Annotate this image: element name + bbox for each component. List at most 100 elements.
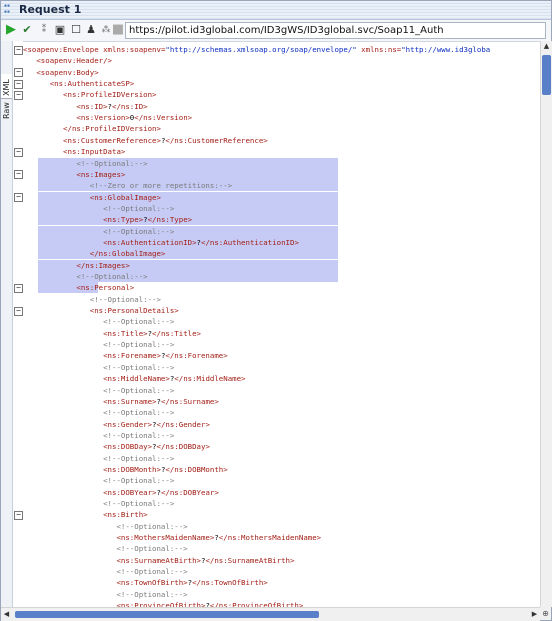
tab-raw[interactable]: Raw (1, 101, 12, 121)
code-line: <!--Zero or more repetitions:--> (23, 180, 232, 191)
horizontal-scrollbar[interactable]: ◀ ▶ (1, 607, 540, 621)
format-icon[interactable]: ⁑ (37, 23, 51, 37)
code-token: </ns:ID> (112, 101, 148, 111)
request-icon: ▪▪ ▪▪ (4, 3, 11, 15)
code-line: <!--Optional:--> (23, 271, 147, 282)
collapse-icon[interactable]: − (14, 45, 23, 55)
code-line: <ns:AuthenticateSP> (23, 78, 135, 89)
collapse-icon[interactable]: − (14, 283, 23, 293)
validate-icon[interactable]: ✔ (20, 23, 34, 37)
code-token: </ns:GlobalImage> (23, 249, 166, 259)
code-token: <ns:Type> (23, 215, 144, 225)
code-token: xmlns:ns= (356, 45, 402, 54)
code-line: <ns:ProfileIDVersion> (23, 89, 156, 100)
code-token: </ns:Title> (152, 328, 201, 338)
code-line: <ns:MiddleName>?</ns:MiddleName> (23, 373, 246, 384)
tab-xml-label: XML (2, 79, 11, 96)
collapse-icon[interactable]: − (14, 510, 23, 520)
code-token: <ns:ID> (23, 101, 108, 111)
code-token: </ns:CustomerReference> (165, 135, 268, 145)
code-line: <!--Optional:--> (23, 430, 174, 441)
collapse-icon[interactable]: − (14, 90, 23, 100)
code-token: </ns:MiddleName> (174, 374, 246, 384)
code-token: "http://www.id3globa (401, 45, 491, 54)
code-token: <!--Optional:--> (23, 453, 175, 463)
code-token: <ns:Surname> (23, 396, 157, 406)
xml-editor[interactable]: <soapenv:Envelope xmlns:soapenv="http://… (23, 41, 540, 607)
code-line: </ns:GlobalImage> (23, 248, 166, 259)
code-line: <!--Optional:--> (23, 453, 174, 464)
code-token: </ns:Gender> (156, 419, 210, 429)
code-token: <ns:Birth> (23, 510, 148, 520)
code-line: <ns:GlobalImage> (23, 192, 161, 203)
code-token: </ns:ProfileIDVersion> (23, 124, 161, 134)
resize-corner-icon[interactable]: ⊕ (540, 607, 551, 620)
code-token: <ns:Images> (23, 169, 126, 179)
endpoint-url-field[interactable]: https://pilot.id3global.com/ID3gWS/ID3gl… (125, 22, 546, 39)
code-token: <ns:DOBDay> (23, 442, 153, 452)
collapse-icon[interactable]: − (14, 68, 23, 78)
code-token: </ns:AuthenticationID> (201, 237, 299, 247)
vertical-scroll-thumb[interactable] (542, 55, 551, 95)
vertical-scrollbar[interactable]: ▲ (540, 41, 552, 607)
code-token: <ns:Title> (23, 328, 148, 338)
window-title: Request 1 (19, 3, 82, 16)
toolbar: ▶ ✔ ⁑ ▣ ☐ ♟ ⁂ ■ https://pilot.id3global.… (1, 20, 551, 42)
title-bar: ▪▪ ▪▪ Request 1 (1, 1, 551, 20)
code-token: <!--Optional:--> (23, 226, 175, 236)
code-token: </ns:Surname> (160, 396, 219, 406)
code-token: <ns:MothersMaidenName> (23, 533, 215, 543)
scroll-left-icon[interactable]: ◀ (1, 608, 12, 621)
code-line: <ns:CustomerReference>?</ns:CustomerRefe… (23, 135, 268, 146)
collapse-icon[interactable]: − (14, 79, 23, 89)
code-line: <ns:Type>?</ns:Type> (23, 214, 192, 225)
collapse-icon[interactable]: − (14, 170, 23, 180)
code-token: "http://schemas.xmlsoap.org/soap/envelop… (165, 45, 357, 54)
code-line: <ns:Images> (23, 169, 125, 180)
code-line: <!--Optional:--> (23, 158, 148, 169)
code-token: <!--Optional:--> (23, 430, 175, 440)
code-token: </ns:MothersMaidenName> (218, 533, 322, 543)
code-token: <ns:Version> (23, 113, 130, 123)
code-line: <!--Optional:--> (23, 339, 174, 350)
code-token: <soapenv:Body> (23, 67, 99, 77)
stop-icon[interactable]: ■ (111, 23, 125, 37)
code-line: <ns:Gender>?</ns:Gender> (23, 419, 210, 430)
code-token: xmlns:soapenv= (103, 45, 166, 54)
code-line: <!--Optional:--> (23, 498, 174, 509)
code-line: <ns:Surname>?</ns:Surname> (23, 396, 219, 407)
code-line: <ns:MothersMaidenName>?</ns:MothersMaide… (23, 532, 321, 543)
run-icon[interactable]: ▶ (4, 23, 18, 37)
frame-icon[interactable]: ☐ (69, 23, 83, 37)
fold-gutter: − − − − − − − − − − (13, 41, 23, 607)
scroll-right-icon[interactable]: ▶ (529, 608, 540, 621)
code-token: <!--Zero or more repetitions:--> (23, 181, 233, 191)
code-line: <ns:SurnameAtBirth>?</ns:SurnameAtBirth> (23, 555, 294, 566)
code-token: <ns:SurnameAtBirth> (23, 555, 201, 565)
horizontal-scroll-thumb[interactable] (15, 611, 319, 618)
collapse-icon[interactable]: − (14, 193, 23, 203)
code-line: <ns:Version>0</ns:Version> (23, 112, 192, 123)
code-token: <ns:CustomerReference> (23, 135, 161, 145)
image-icon[interactable]: ▣ (53, 23, 67, 37)
code-token: </ns:Type> (147, 215, 193, 225)
code-token: <ns:DOBYear> (23, 487, 157, 497)
collapse-icon[interactable]: − (14, 147, 23, 157)
code-token: <!--Optional:--> (23, 317, 175, 327)
code-line: </ns:Images> (23, 260, 129, 271)
code-line: <!--Optional:--> (23, 407, 174, 418)
collapse-icon[interactable]: − (14, 306, 23, 316)
code-line: <ns:ID>?</ns:ID> (23, 101, 148, 112)
code-token: <ns:GlobalImage> (23, 192, 161, 202)
scroll-up-icon[interactable]: ▲ (541, 41, 552, 52)
code-line: <!--Optional:--> (23, 362, 174, 373)
code-token: <!--Optional:--> (23, 158, 148, 168)
code-token: <ns:InputData> (23, 147, 126, 157)
editor-view-tabs: XML Raw (1, 41, 13, 607)
code-line: <ns:Personal> (23, 282, 134, 293)
code-token: <ns:DOBMonth> (23, 464, 161, 474)
code-line: <ns:Forename>?</ns:Forename> (23, 350, 228, 361)
code-line: <!--Optional:--> (23, 316, 174, 327)
user-icon[interactable]: ♟ (84, 23, 98, 37)
tab-xml[interactable]: XML (1, 74, 12, 99)
